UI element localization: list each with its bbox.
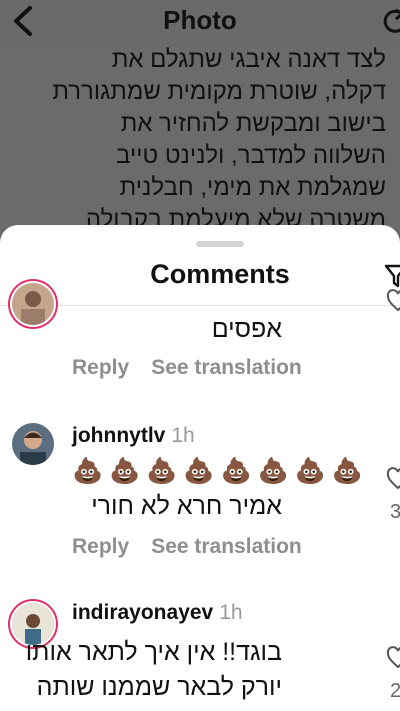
comment-actions: Reply See translation <box>72 535 324 559</box>
reply-button[interactable]: Reply <box>72 356 129 379</box>
top-bar: Photo <box>0 0 400 44</box>
caption-line: שמגלמת את מימי, חבלנית <box>119 174 386 201</box>
comment-username[interactable]: johnnytlv 1h <box>72 424 195 448</box>
comment-text-line: יורק לבאר שממנו שותה <box>36 673 282 701</box>
post-caption: לצד דאנה איבגי שתגלם את דקלה, שוטרת מקומ… <box>0 44 400 244</box>
filter-icon[interactable] <box>384 263 400 289</box>
reply-button[interactable]: Reply <box>72 535 129 558</box>
username-text[interactable]: johnnytlv <box>72 424 165 447</box>
comments-title: Comments <box>150 259 290 289</box>
caption-line: בישוב ומבקשת להחזיר את <box>120 110 386 137</box>
caption-line: השלווה למדבר, ולנינט טייב <box>116 142 386 169</box>
avatar[interactable] <box>12 283 54 325</box>
comment-text: אפסים <box>211 315 282 343</box>
avatar[interactable] <box>12 423 54 465</box>
comment-time: 1h <box>219 601 243 624</box>
like-count: 2 <box>390 680 400 702</box>
comment-username[interactable]: indirayonayev 1h <box>72 601 243 625</box>
like-count: 3 <box>390 501 400 523</box>
page-title: Photo <box>163 5 237 35</box>
comment-emoji: 💩💩💩💩💩💩💩💩 <box>72 457 370 485</box>
refresh-icon[interactable] <box>382 6 400 36</box>
comment-text-line: בוגד!! אין איך לתאר אותו <box>25 638 282 666</box>
heart-icon[interactable] <box>386 646 400 670</box>
comment-time: 1h <box>171 424 195 447</box>
username-text[interactable]: indirayonayev <box>72 601 213 624</box>
drag-handle[interactable] <box>196 241 244 247</box>
heart-icon[interactable] <box>386 467 400 491</box>
comment-actions: Reply See translation <box>72 356 324 380</box>
see-translation-button[interactable]: See translation <box>151 535 302 558</box>
caption-line: דקלה, שוטרת מקומית שמתגוררת <box>52 78 386 105</box>
divider <box>0 305 400 306</box>
see-translation-button[interactable]: See translation <box>151 356 302 379</box>
caption-line: לצד דאנה איבגי שתגלם את <box>111 46 386 73</box>
heart-icon[interactable] <box>386 289 400 313</box>
comments-sheet: Comments אפסים Reply See translation john… <box>0 225 400 711</box>
comment-text: אמיר חרא לא חורי <box>91 492 282 520</box>
